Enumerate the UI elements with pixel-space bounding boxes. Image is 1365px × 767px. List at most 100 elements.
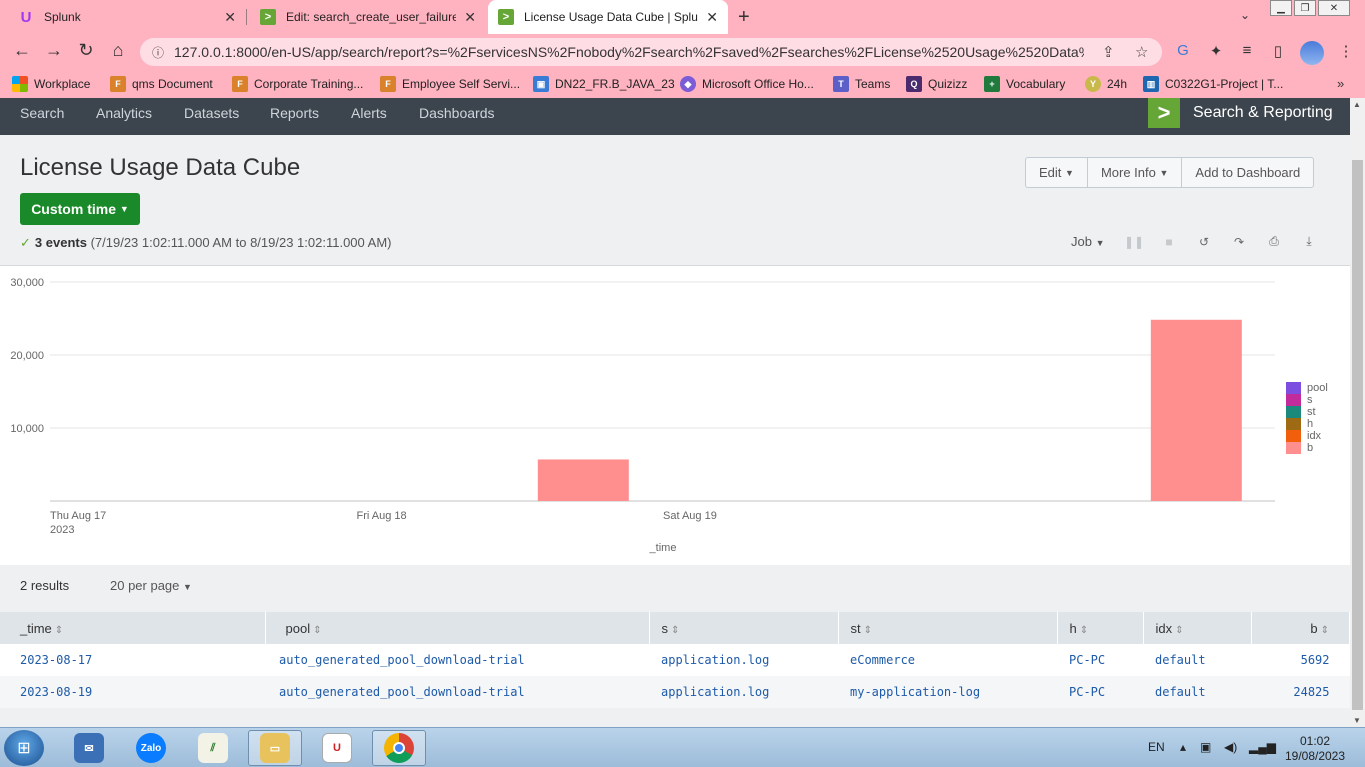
profile-avatar[interactable]: [1300, 41, 1324, 65]
column-header-idx[interactable]: idx ⇕: [1143, 612, 1252, 644]
cell-pool[interactable]: auto_generated_pool_download-trial: [265, 644, 649, 676]
bookmark-c0322g1-project[interactable]: ▥ C0322G1-Project | T...: [1143, 76, 1283, 92]
app-brand[interactable]: > Search & Reporting: [1148, 98, 1333, 128]
side-panel-icon[interactable]: ▯: [1268, 42, 1288, 62]
nav-reports[interactable]: Reports: [270, 105, 319, 121]
tray-expand-icon[interactable]: ▴: [1180, 740, 1186, 754]
taskbar-outlook[interactable]: ✉: [62, 730, 116, 766]
bookmark-star-icon[interactable]: ☆: [1135, 43, 1148, 61]
export-download-icon[interactable]: ⤓: [1292, 234, 1327, 249]
edit-button[interactable]: Edit ▼: [1026, 158, 1088, 187]
window-close-button[interactable]: ✕: [1318, 0, 1350, 16]
print-icon[interactable]: ⎙: [1257, 234, 1292, 249]
nav-datasets[interactable]: Datasets: [184, 105, 239, 121]
extensions-puzzle-icon[interactable]: ✦: [1206, 42, 1226, 62]
column-header-st[interactable]: st ⇕: [838, 612, 1058, 644]
nav-analytics[interactable]: Analytics: [96, 105, 152, 121]
close-icon[interactable]: ✕: [706, 9, 718, 26]
bookmark-corporate-training[interactable]: F Corporate Training...: [232, 76, 363, 92]
cell-s[interactable]: application.log: [649, 676, 838, 708]
taskbar-project[interactable]: ⫽: [186, 730, 240, 766]
more-info-button[interactable]: More Info ▼: [1088, 158, 1183, 187]
cell-b[interactable]: 5692: [1251, 644, 1350, 676]
minimize-button[interactable]: ▁: [1270, 0, 1292, 16]
column-header-b[interactable]: b ⇕: [1251, 612, 1350, 644]
tab-splunk[interactable]: U Splunk ✕: [8, 0, 246, 34]
legend-item-st[interactable]: st: [1286, 406, 1328, 418]
job-menu-button[interactable]: Job ▼: [1071, 234, 1105, 249]
bookmark-teams[interactable]: T Teams: [833, 76, 890, 92]
bookmark-employee-self-service[interactable]: F Employee Self Servi...: [380, 76, 520, 92]
bookmark-dn22[interactable]: ▣ DN22_FR.B_JAVA_23: [533, 76, 675, 92]
column-header-s[interactable]: s ⇕: [649, 612, 839, 644]
scrollbar-thumb[interactable]: [1352, 160, 1363, 710]
bookmark-workplace[interactable]: Workplace: [12, 76, 90, 92]
tray-network-device-icon[interactable]: ▣: [1200, 740, 1211, 754]
add-to-dashboard-button[interactable]: Add to Dashboard: [1182, 158, 1313, 187]
taskbar-unikey[interactable]: U: [310, 730, 364, 766]
taskbar-explorer[interactable]: ▭: [248, 730, 302, 766]
bookmark-vocabulary[interactable]: + Vocabulary: [984, 76, 1065, 92]
close-icon[interactable]: ✕: [224, 9, 236, 26]
translate-extension-icon[interactable]: G: [1173, 42, 1193, 62]
column-header-pool[interactable]: pool ⇕: [265, 612, 650, 644]
reload-icon[interactable]: ↻: [74, 40, 98, 61]
page-scrollbar[interactable]: ▲ ▼: [1350, 98, 1365, 727]
legend-item-idx[interactable]: idx: [1286, 430, 1328, 442]
tab-edit-search[interactable]: > Edit: search_create_user_failure | S ✕: [250, 0, 486, 34]
cell-s[interactable]: application.log: [649, 644, 838, 676]
nav-search[interactable]: Search: [20, 105, 64, 121]
time-picker-button[interactable]: Custom time ▼: [20, 193, 140, 225]
start-button[interactable]: ⊞: [4, 730, 44, 766]
cell-h[interactable]: PC-PC: [1057, 644, 1143, 676]
legend-item-h[interactable]: h: [1286, 418, 1328, 430]
bookmark-quizizz[interactable]: Q Quizizz: [906, 76, 967, 92]
cell-b[interactable]: 24825: [1251, 676, 1350, 708]
legend-item-s[interactable]: s: [1286, 394, 1328, 406]
bookmark-24h[interactable]: Y 24h: [1085, 76, 1127, 92]
tab-search-icon[interactable]: ⌄: [1240, 8, 1250, 22]
legend-item-pool[interactable]: pool: [1286, 382, 1328, 394]
address-bar[interactable]: ⓘ 127.0.0.1:8000/en-US/app/search/report…: [140, 38, 1162, 66]
scroll-down-icon[interactable]: ▼: [1353, 716, 1361, 725]
cell-idx[interactable]: default: [1143, 644, 1251, 676]
share-arrow-icon[interactable]: ↷: [1222, 235, 1257, 249]
cell-time[interactable]: 2023-08-19: [0, 676, 265, 708]
media-list-icon[interactable]: ≡: [1237, 42, 1257, 62]
per-page-dropdown[interactable]: 20 per page ▼: [110, 578, 192, 593]
pause-icon[interactable]: ❚❚: [1117, 235, 1152, 249]
stop-icon[interactable]: ■: [1152, 235, 1187, 249]
cell-idx[interactable]: default: [1143, 676, 1251, 708]
taskbar-chrome[interactable]: [372, 730, 426, 766]
system-clock[interactable]: 01:02 19/08/2023: [1270, 734, 1360, 764]
volume-icon[interactable]: ◀): [1224, 740, 1237, 754]
url-text[interactable]: 127.0.0.1:8000/en-US/app/search/report?s…: [174, 44, 1084, 60]
restore-button[interactable]: ❐: [1294, 0, 1316, 16]
scroll-up-icon[interactable]: ▲: [1353, 100, 1361, 109]
nav-alerts[interactable]: Alerts: [351, 105, 387, 121]
home-icon[interactable]: ⌂: [106, 40, 130, 61]
cell-pool[interactable]: auto_generated_pool_download-trial: [265, 676, 649, 708]
cell-h[interactable]: PC-PC: [1057, 676, 1143, 708]
share-icon[interactable]: ⇪: [1102, 43, 1115, 61]
rerun-icon[interactable]: ↺: [1187, 235, 1222, 249]
bookmark-microsoft-office[interactable]: ◆ Microsoft Office Ho...: [680, 76, 814, 92]
tab-license-usage[interactable]: > License Usage Data Cube | Splun ✕: [488, 0, 728, 34]
column-header-time[interactable]: _time ⇕: [0, 612, 266, 644]
legend-item-b[interactable]: b: [1286, 442, 1328, 454]
menu-kebab-icon[interactable]: ⋮: [1336, 42, 1356, 62]
more-bookmarks-icon[interactable]: »: [1337, 76, 1344, 91]
info-icon[interactable]: ⓘ: [152, 44, 164, 61]
nav-dashboards[interactable]: Dashboards: [419, 105, 495, 121]
events-count[interactable]: 3 events: [35, 235, 87, 250]
cell-st[interactable]: eCommerce: [838, 644, 1057, 676]
language-indicator[interactable]: EN: [1148, 740, 1165, 754]
close-icon[interactable]: ✕: [464, 9, 476, 26]
cell-st[interactable]: my-application-log: [838, 676, 1057, 708]
back-arrow-icon[interactable]: ←: [10, 40, 34, 61]
new-tab-button[interactable]: +: [738, 6, 750, 29]
cell-time[interactable]: 2023-08-17: [0, 644, 265, 676]
taskbar-zalo[interactable]: Zalo: [124, 730, 178, 766]
forward-arrow-icon[interactable]: →: [42, 40, 66, 61]
bookmark-qms-document[interactable]: Fqms Document: [110, 76, 213, 92]
